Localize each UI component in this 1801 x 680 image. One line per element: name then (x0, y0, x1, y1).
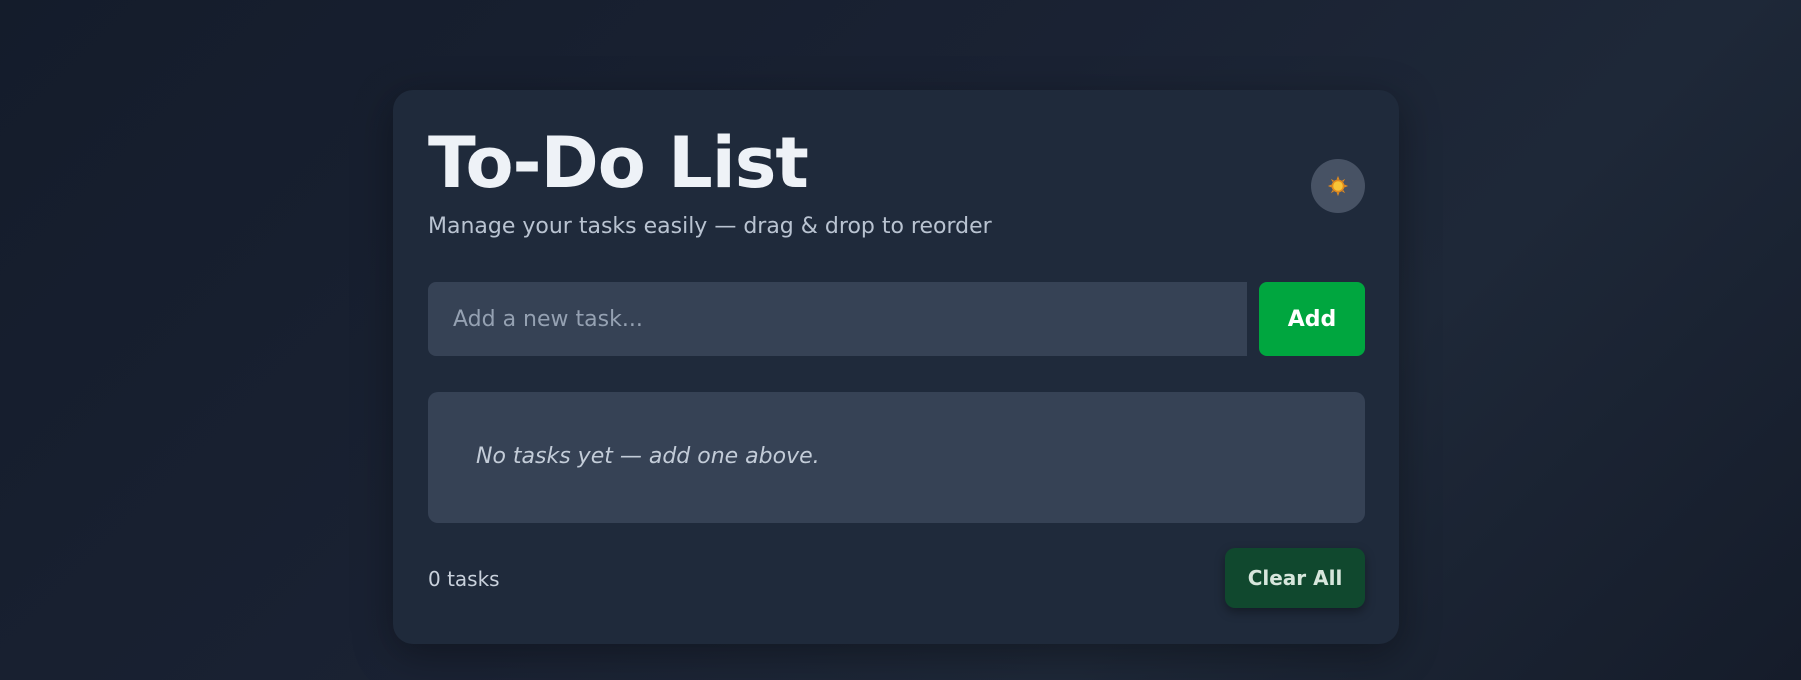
task-list: No tasks yet — add one above. (428, 392, 1365, 523)
new-task-input[interactable] (428, 282, 1247, 356)
sun-icon (1327, 175, 1349, 197)
todo-card: To-Do List Manage your tasks easily — dr… (393, 90, 1399, 644)
page-title: To-Do List (428, 122, 809, 204)
theme-toggle-button[interactable] (1311, 159, 1365, 213)
empty-list-message: No tasks yet — add one above. (476, 444, 820, 469)
clear-all-button[interactable]: Clear All (1225, 548, 1365, 608)
task-count: 0 tasks (428, 567, 500, 591)
page-subtitle: Manage your tasks easily — drag & drop t… (428, 214, 992, 239)
add-task-button[interactable]: Add (1259, 282, 1365, 356)
